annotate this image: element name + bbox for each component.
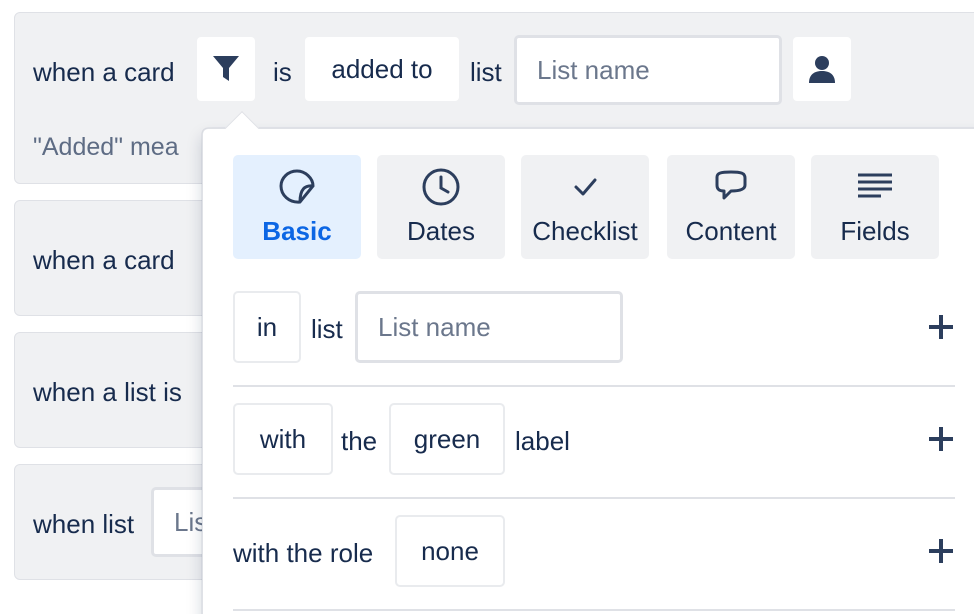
tab-label: Fields: [840, 216, 910, 246]
filter-row-label: with the green label: [233, 387, 955, 499]
clock-icon: [422, 168, 460, 206]
tab-dates[interactable]: Dates: [377, 155, 505, 259]
trigger-prefix: when list: [33, 509, 135, 539]
with-select[interactable]: with: [233, 403, 333, 475]
trigger-hint: "Added" mea: [33, 133, 179, 161]
member-button[interactable]: [793, 37, 851, 101]
sticker-icon: [279, 169, 315, 204]
role-select[interactable]: none: [395, 515, 505, 587]
trigger-prefix: when a card: [33, 245, 175, 275]
list-label: list: [470, 57, 502, 87]
tab-label: Basic: [262, 216, 332, 246]
tab-label: Content: [685, 216, 777, 246]
lines-icon: [858, 173, 892, 198]
tab-label: Checklist: [532, 216, 638, 246]
filter-row-role: with the role none: [233, 499, 955, 611]
add-filter-plus-icon[interactable]: [927, 313, 955, 341]
filter-button[interactable]: [197, 37, 255, 101]
add-filter-plus-icon[interactable]: [927, 425, 955, 453]
list-name-input[interactable]: List name: [514, 35, 782, 105]
tab-label: Dates: [407, 216, 475, 246]
filter-popover: Basic Dates Checklist Content Fields in …: [202, 128, 974, 614]
the-text: the: [341, 426, 378, 456]
filter-row-in-list: in list List name: [233, 275, 955, 387]
with-the-role-text: with the role: [233, 538, 374, 568]
label-color-select[interactable]: green: [389, 403, 505, 475]
trigger-is-text: is: [273, 57, 292, 87]
user-icon: [809, 56, 835, 83]
speech-bubble-icon: [715, 170, 747, 200]
add-filter-plus-icon[interactable]: [927, 537, 955, 565]
tab-basic[interactable]: Basic: [233, 155, 361, 259]
filter-icon: [213, 56, 239, 81]
list-name-input[interactable]: List name: [355, 291, 623, 363]
tab-content[interactable]: Content: [667, 155, 795, 259]
tab-fields[interactable]: Fields: [811, 155, 939, 259]
in-select[interactable]: in: [233, 291, 301, 363]
list-label: list: [311, 314, 343, 344]
trigger-prefix: when a card: [33, 57, 175, 87]
tab-checklist[interactable]: Checklist: [521, 155, 649, 259]
trigger-prefix: when a list is: [33, 377, 182, 407]
checkmark-icon: [574, 178, 597, 196]
label-text: label: [515, 426, 570, 456]
divider: [233, 609, 955, 611]
action-select[interactable]: added to: [305, 37, 459, 101]
